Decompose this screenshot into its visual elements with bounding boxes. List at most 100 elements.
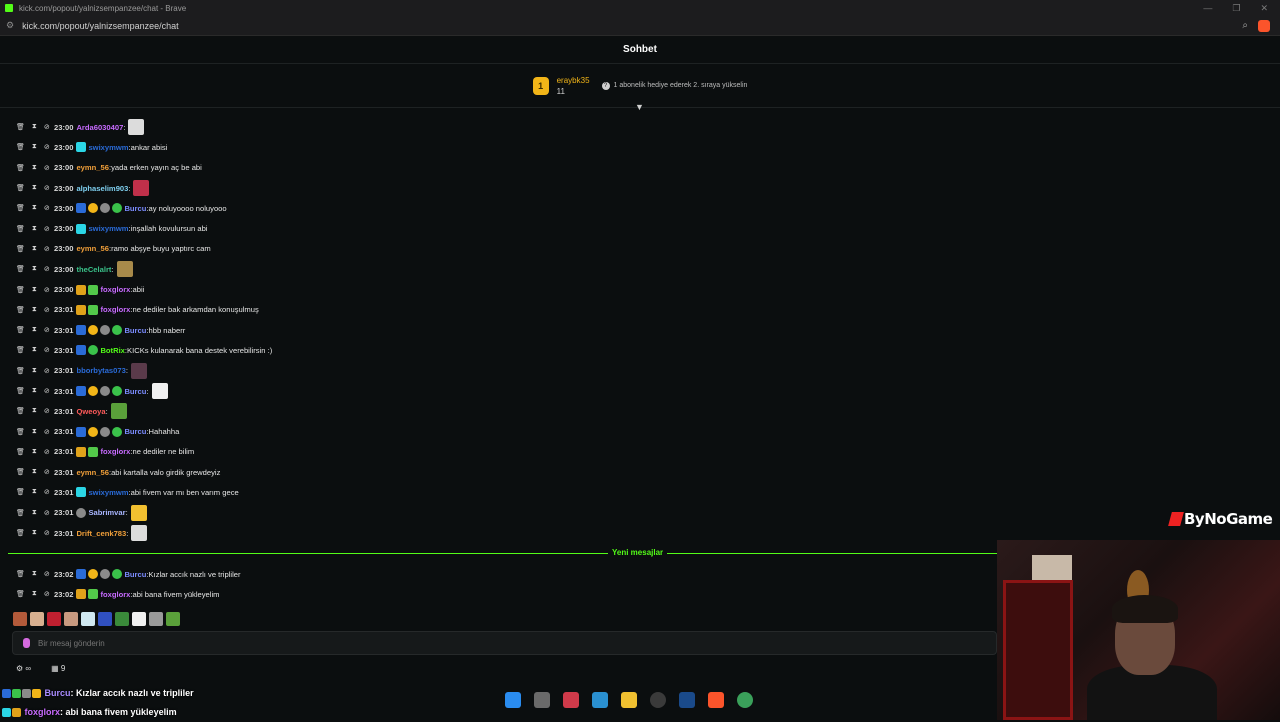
delete-icon[interactable]: 🗑 xyxy=(16,468,25,476)
ban-icon[interactable]: ⊘ xyxy=(44,488,50,496)
emote-icon[interactable] xyxy=(133,180,150,197)
ban-icon[interactable]: ⊘ xyxy=(44,509,50,517)
delete-icon[interactable]: 🗑 xyxy=(16,184,25,192)
message-username[interactable]: foxglorx xyxy=(100,305,130,314)
ban-icon[interactable]: ⊘ xyxy=(44,245,50,253)
message-username[interactable]: Burcu xyxy=(124,387,146,396)
badge-icon[interactable] xyxy=(112,386,123,396)
message-username[interactable]: swixymwm xyxy=(88,143,128,152)
message-username[interactable]: Burcu xyxy=(124,326,146,335)
close-icon[interactable]: ✕ xyxy=(1260,3,1268,14)
pinned-username[interactable]: eraybk35 xyxy=(557,75,590,86)
brave-shields-icon[interactable] xyxy=(1258,19,1270,32)
timeout-icon[interactable]: ⧗ xyxy=(32,468,37,476)
delete-icon[interactable]: 🗑 xyxy=(16,204,25,212)
delete-icon[interactable]: 🗑 xyxy=(16,488,25,496)
file-explorer-icon[interactable] xyxy=(621,692,637,708)
badge-icon[interactable] xyxy=(76,142,87,153)
badge-icon[interactable] xyxy=(88,426,99,437)
emote-icon[interactable] xyxy=(131,525,148,542)
delete-icon[interactable]: 🗑 xyxy=(16,225,25,233)
timeout-icon[interactable]: ⧗ xyxy=(32,488,37,496)
timeout-icon[interactable]: ⧗ xyxy=(32,509,37,517)
maximize-icon[interactable]: ❐ xyxy=(1232,3,1240,14)
ban-icon[interactable]: ⊘ xyxy=(44,204,50,212)
delete-icon[interactable]: 🗑 xyxy=(16,346,25,354)
pinned-user[interactable]: eraybk35 11 xyxy=(557,75,590,97)
message-username[interactable]: eymn_56 xyxy=(76,244,109,253)
timeout-icon[interactable]: ⧗ xyxy=(32,265,37,273)
message-username[interactable]: Qweoya xyxy=(76,407,105,416)
message-username[interactable]: Arda6030407 xyxy=(76,123,123,132)
timeout-icon[interactable]: ⧗ xyxy=(32,204,37,212)
message-username[interactable]: eymn_56 xyxy=(76,468,109,477)
delete-icon[interactable]: 🗑 xyxy=(16,326,25,334)
delete-icon[interactable]: 🗑 xyxy=(16,306,25,314)
badge-icon[interactable] xyxy=(100,426,111,437)
windows-start-icon[interactable] xyxy=(505,692,521,708)
badge-icon[interactable] xyxy=(88,345,99,356)
delete-icon[interactable]: 🗑 xyxy=(16,245,25,253)
badge-icon[interactable] xyxy=(88,386,99,396)
message-username[interactable]: Drift_cenk783 xyxy=(76,529,126,538)
timeout-icon[interactable]: ⧗ xyxy=(32,184,37,192)
emote-icon[interactable] xyxy=(64,612,78,626)
settings-icon[interactable]: ⚙ ∞ xyxy=(16,664,31,673)
ban-icon[interactable]: ⊘ xyxy=(44,529,50,537)
message-username[interactable]: Burcu xyxy=(124,427,146,436)
ban-icon[interactable]: ⊘ xyxy=(44,123,50,131)
badge-icon[interactable] xyxy=(88,325,99,336)
badge-icon[interactable] xyxy=(112,325,123,336)
delete-icon[interactable]: 🗑 xyxy=(16,387,25,395)
delete-icon[interactable]: 🗑 xyxy=(16,123,25,131)
timeout-icon[interactable]: ⧗ xyxy=(32,326,37,334)
task-view-icon[interactable] xyxy=(534,692,550,708)
message-username[interactable]: BotRix xyxy=(100,346,124,355)
ban-icon[interactable]: ⊘ xyxy=(44,286,50,294)
delete-icon[interactable]: 🗑 xyxy=(16,570,25,578)
badge-icon[interactable] xyxy=(76,569,87,580)
badge-icon[interactable] xyxy=(76,203,87,214)
ban-icon[interactable]: ⊘ xyxy=(44,407,50,415)
scroll-down-icon[interactable]: ▼ xyxy=(635,102,644,112)
emote-icon[interactable] xyxy=(30,612,44,626)
ban-icon[interactable]: ⊘ xyxy=(44,448,50,456)
emote-icon[interactable] xyxy=(13,612,27,626)
badge-icon[interactable] xyxy=(76,426,87,437)
brave-taskbar-icon[interactable] xyxy=(708,692,724,708)
badge-icon[interactable] xyxy=(88,589,99,600)
timeout-icon[interactable]: ⧗ xyxy=(32,387,37,395)
help-icon[interactable]: ? xyxy=(601,81,610,90)
obs-icon[interactable] xyxy=(650,692,666,708)
message-username[interactable]: foxglorx xyxy=(100,447,130,456)
badge-icon[interactable] xyxy=(76,325,87,336)
badge-icon[interactable] xyxy=(76,345,87,356)
delete-icon[interactable]: 🗑 xyxy=(16,143,25,151)
emote-icon[interactable] xyxy=(81,612,95,626)
badge-icon[interactable] xyxy=(112,426,123,437)
badge-icon[interactable] xyxy=(76,487,87,498)
timeout-icon[interactable]: ⧗ xyxy=(32,306,37,314)
timeout-icon[interactable]: ⧗ xyxy=(32,590,37,598)
message-username[interactable]: swixymwm xyxy=(88,488,128,497)
badge-icon[interactable] xyxy=(76,386,87,396)
badge-icon[interactable] xyxy=(112,569,123,580)
timeout-icon[interactable]: ⧗ xyxy=(32,529,37,537)
timeout-icon[interactable]: ⧗ xyxy=(32,123,37,131)
message-username[interactable]: Sabrimvar xyxy=(88,508,125,517)
delete-icon[interactable]: 🗑 xyxy=(16,509,25,517)
badge-icon[interactable] xyxy=(88,446,99,457)
delete-icon[interactable]: 🗑 xyxy=(16,407,25,415)
ban-icon[interactable]: ⊘ xyxy=(44,265,50,273)
search-icon[interactable]: ⌕ xyxy=(1242,20,1248,31)
emote-icon[interactable] xyxy=(115,612,129,626)
message-username[interactable]: Burcu xyxy=(124,204,146,213)
badge-icon[interactable] xyxy=(100,203,111,214)
emote-icon[interactable] xyxy=(47,612,61,626)
timeout-icon[interactable]: ⧗ xyxy=(32,286,37,294)
timeout-icon[interactable]: ⧗ xyxy=(32,225,37,233)
timeout-icon[interactable]: ⧗ xyxy=(32,407,37,415)
emote-icon[interactable] xyxy=(151,383,168,399)
delete-icon[interactable]: 🗑 xyxy=(16,367,25,375)
emote-icon[interactable] xyxy=(128,119,145,136)
